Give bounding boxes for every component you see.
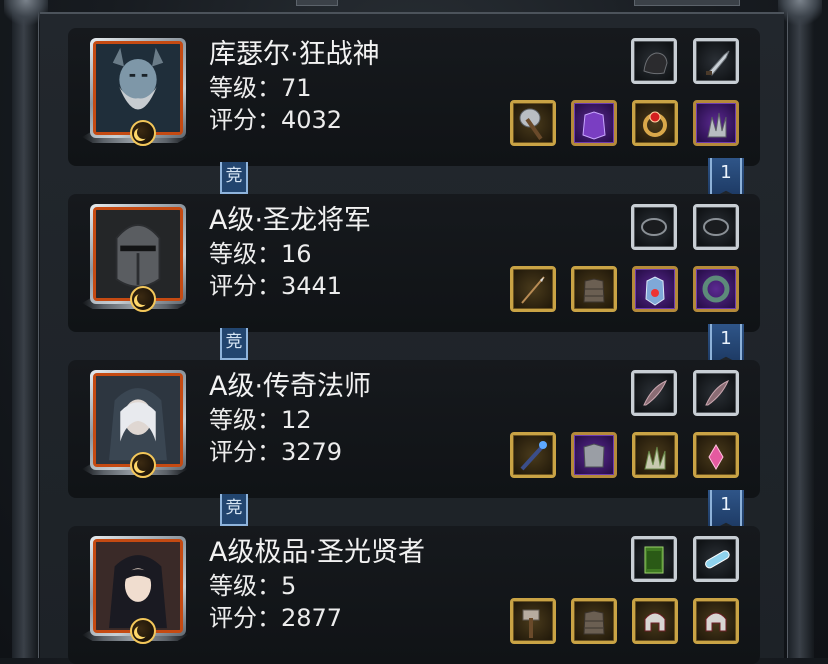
equipment-slot[interactable] bbox=[571, 100, 617, 146]
equipment-slot[interactable] bbox=[631, 38, 677, 84]
equipment-slot[interactable] bbox=[693, 100, 739, 146]
hero-score: 评分：3441 bbox=[209, 272, 343, 300]
hero-name: A级极品·圣光贤者 bbox=[209, 537, 426, 568]
hero-score: 评分：3279 bbox=[209, 438, 343, 466]
equipment-slot[interactable] bbox=[631, 536, 677, 582]
equipment-slot[interactable] bbox=[571, 598, 617, 644]
equipment-slot[interactable] bbox=[510, 432, 556, 478]
equipment-slot[interactable] bbox=[571, 266, 617, 312]
hero-card[interactable]: A级·圣龙将军 等级：16 评分：3441 bbox=[68, 194, 760, 332]
crescent-moon-icon bbox=[130, 286, 156, 312]
equipment-slot[interactable] bbox=[632, 598, 678, 644]
equipment-slot[interactable] bbox=[632, 100, 678, 146]
crescent-moon-icon bbox=[130, 618, 156, 644]
hero-level: 等级：71 bbox=[209, 74, 312, 102]
hero-card[interactable]: 库瑟尔·狂战神 等级：71 评分：4032 bbox=[68, 28, 760, 166]
crescent-moon-icon bbox=[130, 120, 156, 146]
arena-tag: 竞 bbox=[220, 328, 248, 360]
hero-name: 库瑟尔·狂战神 bbox=[209, 39, 380, 70]
equipment-slot[interactable] bbox=[631, 204, 677, 250]
frame-ornament-right bbox=[778, 0, 822, 30]
window-frame-left bbox=[12, 0, 39, 658]
top-tab-left[interactable] bbox=[296, 0, 338, 6]
window-frame-right bbox=[787, 0, 814, 658]
equipment-slot[interactable] bbox=[693, 370, 739, 416]
hero-score: 评分：4032 bbox=[209, 106, 343, 134]
equipment-slot[interactable] bbox=[632, 432, 678, 478]
hero-level: 等级：5 bbox=[209, 572, 297, 600]
equipment-slot[interactable] bbox=[632, 266, 678, 312]
hero-score: 评分：2877 bbox=[209, 604, 343, 632]
arena-tag: 竞 bbox=[220, 162, 248, 194]
hero-level: 等级：12 bbox=[209, 406, 312, 434]
equipment-slot[interactable] bbox=[693, 204, 739, 250]
equipment-slot[interactable] bbox=[693, 536, 739, 582]
hero-name: A级·圣龙将军 bbox=[209, 205, 372, 236]
equipment-slot[interactable] bbox=[693, 266, 739, 312]
equipment-slot[interactable] bbox=[693, 432, 739, 478]
hero-card[interactable]: A级极品·圣光贤者 等级：5 评分：2877 bbox=[68, 526, 760, 664]
equipment-slot[interactable] bbox=[693, 598, 739, 644]
hero-card[interactable]: A级·传奇法师 等级：12 评分：3279 bbox=[68, 360, 760, 498]
equipment-slot[interactable] bbox=[510, 266, 556, 312]
hero-level: 等级：16 bbox=[209, 240, 312, 268]
equipment-slot[interactable] bbox=[510, 100, 556, 146]
hero-name: A级·传奇法师 bbox=[209, 371, 372, 402]
equipment-slot[interactable] bbox=[510, 598, 556, 644]
crescent-moon-icon bbox=[130, 452, 156, 478]
top-tab-right[interactable] bbox=[634, 0, 740, 6]
panel-top-divider bbox=[40, 12, 784, 14]
equipment-slot[interactable] bbox=[631, 370, 677, 416]
arena-tag: 竞 bbox=[220, 494, 248, 526]
equipment-slot[interactable] bbox=[571, 432, 617, 478]
equipment-slot[interactable] bbox=[693, 38, 739, 84]
